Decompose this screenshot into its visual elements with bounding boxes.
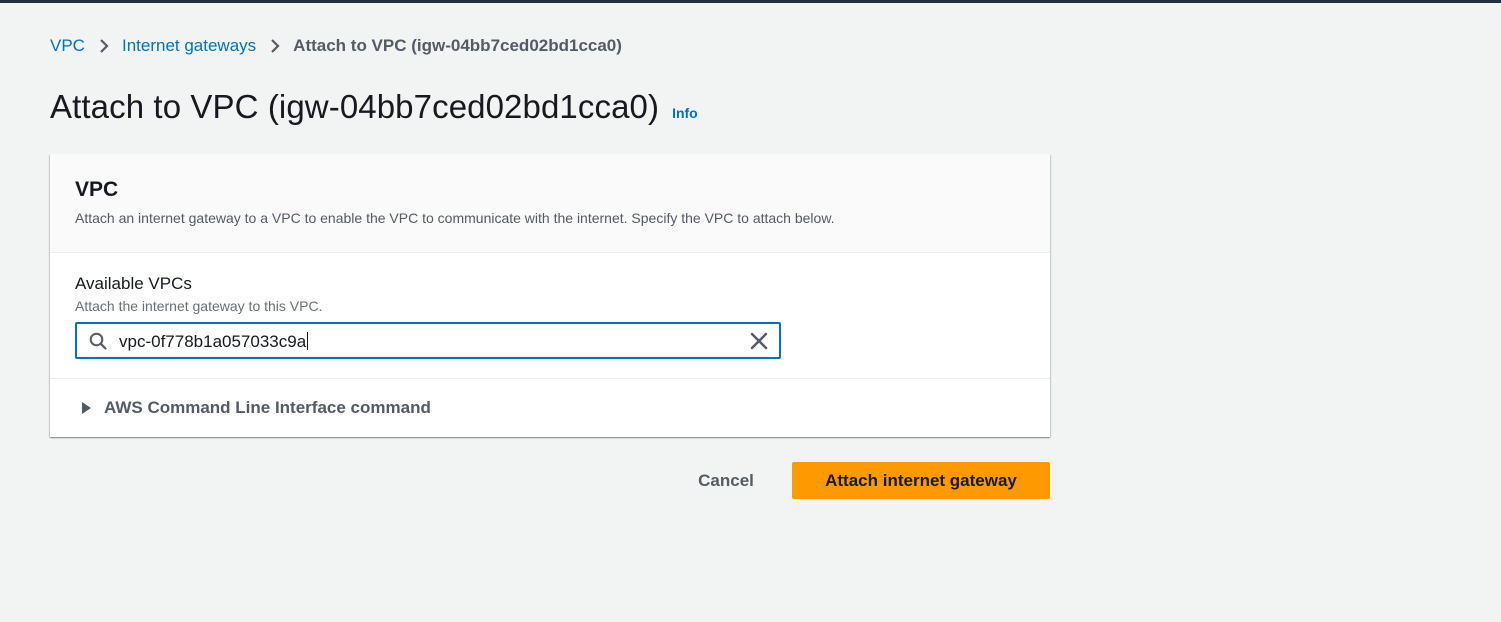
- cli-command-expander-label: AWS Command Line Interface command: [104, 398, 431, 417]
- breadcrumb: VPC Internet gateways Attach to VPC (igw…: [50, 35, 622, 57]
- info-link[interactable]: Info: [672, 105, 698, 121]
- container-description: Attach an internet gateway to a VPC to e…: [75, 210, 835, 226]
- breadcrumb-current: Attach to VPC (igw-04bb7ced02bd1cca0): [293, 36, 622, 55]
- vpc-container-header: VPC Attach an internet gateway to a VPC …: [50, 154, 1050, 253]
- breadcrumb-internet-gateways-link[interactable]: Internet gateways: [122, 36, 256, 56]
- available-vpcs-description: Attach the internet gateway to this VPC.: [75, 298, 323, 314]
- top-navigation-bar: [0, 0, 1501, 3]
- vpc-search-value[interactable]: vpc-0f778b1a057033c9a: [119, 332, 309, 352]
- attach-internet-gateway-button[interactable]: Attach internet gateway: [792, 462, 1050, 499]
- cancel-button[interactable]: Cancel: [683, 462, 769, 499]
- chevron-right-icon: [99, 38, 109, 54]
- vpc-search-input[interactable]: vpc-0f778b1a057033c9a: [75, 322, 781, 359]
- search-icon: [89, 332, 107, 350]
- section-divider: [50, 378, 1050, 379]
- page-header: Attach to VPC (igw-04bb7ced02bd1cca0) In…: [50, 88, 698, 126]
- page-title: Attach to VPC (igw-04bb7ced02bd1cca0): [50, 88, 660, 125]
- cli-command-expander[interactable]: AWS Command Line Interface command: [82, 398, 431, 418]
- caret-right-icon: [82, 402, 91, 414]
- vpc-container: VPC Attach an internet gateway to a VPC …: [50, 154, 1050, 437]
- text-cursor: [307, 332, 309, 350]
- available-vpcs-label: Available VPCs: [75, 274, 192, 293]
- chevron-right-icon: [270, 38, 280, 54]
- close-icon[interactable]: [750, 332, 768, 350]
- vpc-search-text: vpc-0f778b1a057033c9a: [119, 332, 307, 351]
- container-title: VPC: [75, 178, 119, 201]
- breadcrumb-vpc-link[interactable]: VPC: [50, 36, 85, 56]
